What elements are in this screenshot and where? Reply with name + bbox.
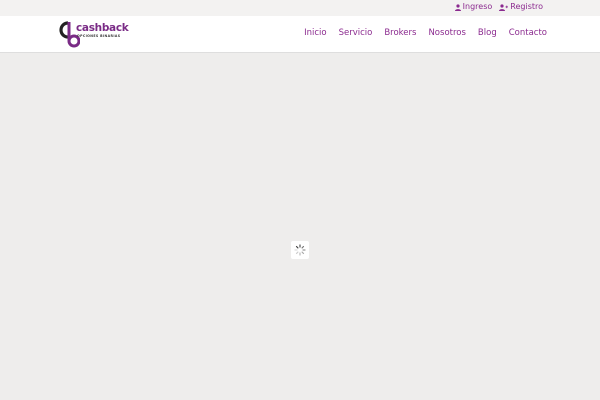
loading-spinner [291, 241, 309, 259]
nav-item-blog[interactable]: Blog [478, 28, 497, 38]
nav-item-contacto[interactable]: Contacto [509, 28, 547, 38]
nav-item-inicio[interactable]: Inicio [304, 28, 327, 38]
account-links: Ingreso Registro [454, 2, 543, 12]
logo-wordmark: cashback [76, 22, 129, 34]
register-link[interactable]: Registro [499, 2, 543, 12]
nav-item-nosotros[interactable]: Nosotros [428, 28, 465, 38]
main-nav: Inicio Servicio Brokers Nosotros Blog Co… [304, 28, 547, 38]
logo-tagline: OPCIONES BINARIAS [77, 34, 121, 38]
page-content [0, 53, 600, 400]
user-plus-icon [499, 3, 509, 11]
site-header: cashback OPCIONES BINARIAS Inicio Servic… [0, 16, 600, 53]
nav-item-brokers[interactable]: Brokers [384, 28, 416, 38]
login-label: Ingreso [462, 2, 493, 11]
user-icon [454, 3, 461, 11]
nav-item-servicio[interactable]: Servicio [339, 28, 373, 38]
spinner-icon [294, 244, 306, 256]
site-logo[interactable]: cashback OPCIONES BINARIAS [56, 19, 129, 49]
register-label: Registro [510, 2, 543, 11]
top-bar: Ingreso Registro [0, 0, 600, 16]
login-link[interactable]: Ingreso [454, 2, 493, 12]
